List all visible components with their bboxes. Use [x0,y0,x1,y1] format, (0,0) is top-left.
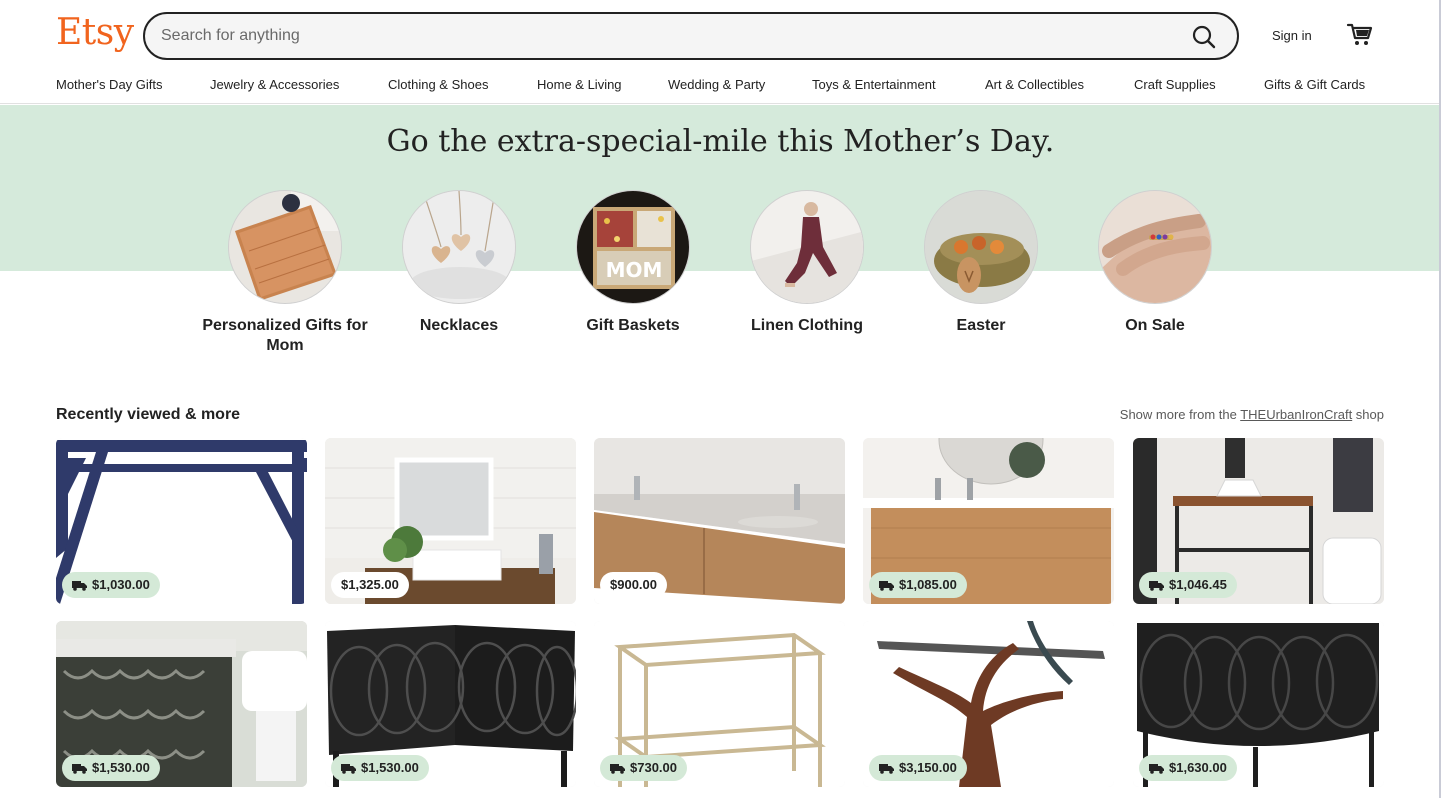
nav-item-wedding-party[interactable]: Wedding & Party [668,77,765,92]
listing-card[interactable]: $3,150.00 [863,621,1114,787]
price-badge: $1,630.00 [1139,755,1237,781]
nav-item-home-living[interactable]: Home & Living [537,77,622,92]
truck-icon [72,580,87,591]
nav-item-jewelry-accessories[interactable]: Jewelry & Accessories [210,77,339,92]
price-text: $1,030.00 [92,577,150,592]
nav-item-toys-entertainment[interactable]: Toys & Entertainment [812,77,936,92]
search-icon [1192,25,1216,49]
listing-card[interactable]: $1,046.45 [1133,438,1384,604]
nav-item-craft-supplies[interactable]: Craft Supplies [1134,77,1216,92]
price-text: $3,150.00 [899,760,957,775]
truck-icon [72,763,87,774]
circle-easter[interactable] [924,190,1038,304]
circle-label-on-sale[interactable]: On Sale [1065,316,1245,336]
linen-model-image [751,191,863,303]
search-bar [143,12,1239,60]
gift-box-image: MOM [577,191,689,303]
truck-icon [610,763,625,774]
circle-label-necklaces[interactable]: Necklaces [369,316,549,336]
listing-card[interactable]: $1,085.00 [863,438,1114,604]
price-badge: $1,046.45 [1139,572,1237,598]
truck-icon [879,580,894,591]
nav-item-gifts-gift-cards[interactable]: Gifts & Gift Cards [1264,77,1365,92]
show-more-shop: Show more from the THEUrbanIronCraft sho… [1120,407,1384,422]
site-header: Etsy Sign in Mother's Day Gifts Jewelry … [0,0,1441,104]
price-text: $1,530.00 [361,760,419,775]
listing-card[interactable]: $1,530.00 [56,621,307,787]
etsy-homepage: Etsy Sign in Mother's Day Gifts Jewelry … [0,0,1441,798]
price-text: $730.00 [630,760,677,775]
svg-text:MOM: MOM [606,258,663,282]
truck-icon [341,763,356,774]
price-badge: $3,150.00 [869,755,967,781]
listing-card[interactable]: $1,325.00 [325,438,576,604]
listing-card[interactable]: $1,530.00 [325,621,576,787]
show-more-suffix: shop [1352,407,1384,422]
search-button[interactable] [1191,24,1217,50]
truck-icon [879,763,894,774]
circle-necklaces[interactable] [402,190,516,304]
recently-viewed-title: Recently viewed & more [56,406,241,423]
circle-label-easter[interactable]: Easter [891,316,1071,336]
circle-on-sale[interactable] [1098,190,1212,304]
show-more-prefix: Show more from the [1119,407,1241,422]
price-text: $1,325.00 [341,577,399,592]
circle-label-gift-baskets[interactable]: Gift Baskets [543,316,723,336]
price-text: $1,046.45 [1169,577,1227,592]
price-badge: $1,030.00 [62,572,160,598]
price-badge: $1,530.00 [331,755,429,781]
price-badge: $730.00 [600,755,687,781]
price-badge: $900.00 [600,572,667,598]
price-text: $1,630.00 [1169,760,1227,775]
circle-label-personalized-gifts[interactable]: Personalized Gifts for Mom [195,316,375,356]
price-text: $1,085.00 [899,577,957,592]
necklaces-image [403,191,515,303]
circle-personalized-gifts[interactable] [228,190,342,304]
banner-title: Go the extra-special-mile this Mother’s … [386,124,1055,159]
sign-in-link[interactable]: Sign in [1272,28,1312,43]
listing-card[interactable]: $900.00 [594,438,845,604]
price-text: $900.00 [610,577,657,592]
nav-item-mothers-day-gifts[interactable]: Mother's Day Gifts [56,77,163,92]
nav-item-art-collectibles[interactable]: Art & Collectibles [985,77,1084,92]
listing-card[interactable]: $1,030.00 [56,438,307,604]
shop-link[interactable]: THEUrbanIronCraft [1240,407,1352,422]
truck-icon [1149,580,1164,591]
circle-label-linen-clothing[interactable]: Linen Clothing [717,316,897,336]
cutting-board-image [229,191,341,303]
circle-gift-baskets[interactable]: MOM [576,190,690,304]
etsy-logo[interactable]: Etsy [56,12,134,53]
nav-item-clothing-shoes[interactable]: Clothing & Shoes [388,77,488,92]
listing-card[interactable]: $730.00 [594,621,845,787]
easter-basket-image [925,191,1037,303]
ring-hand-image [1099,191,1211,303]
search-input[interactable] [161,14,1161,58]
price-text: $1,530.00 [92,760,150,775]
price-badge: $1,530.00 [62,755,160,781]
category-nav: Mother's Day Gifts Jewelry & Accessories… [56,77,1386,95]
cart-icon [1346,23,1373,45]
price-badge: $1,325.00 [331,572,409,598]
truck-icon [1149,763,1164,774]
circle-linen-clothing[interactable] [750,190,864,304]
listing-card[interactable]: $1,630.00 [1133,621,1384,787]
cart-button[interactable] [1346,22,1374,48]
price-badge: $1,085.00 [869,572,967,598]
